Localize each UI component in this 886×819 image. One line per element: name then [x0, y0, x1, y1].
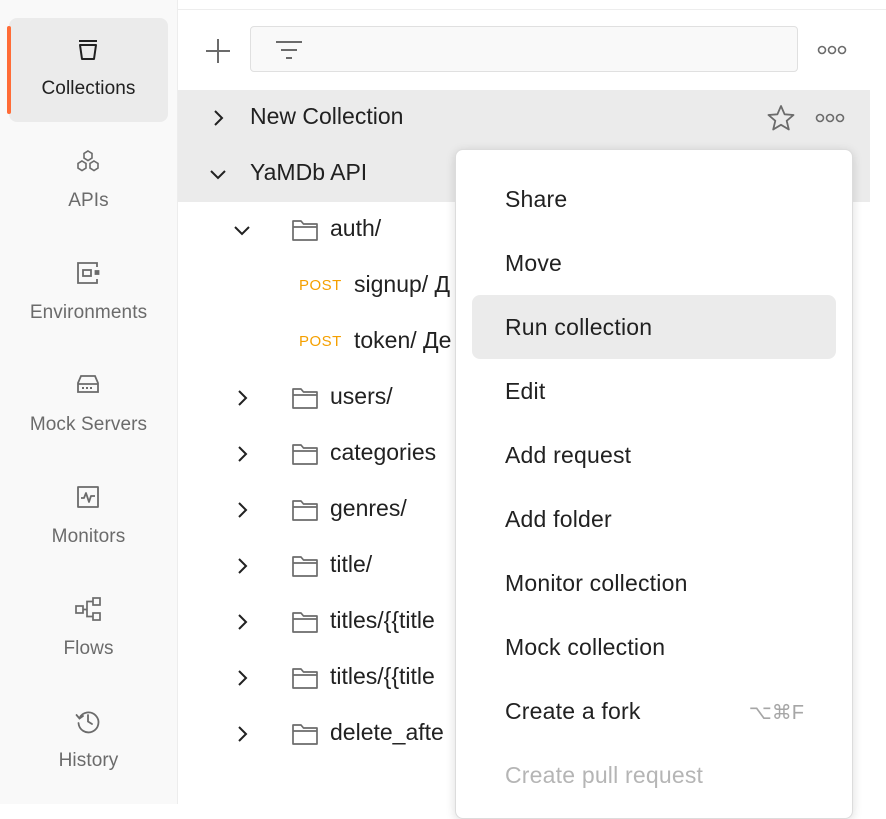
- history-icon: [75, 711, 100, 734]
- nav-history[interactable]: History: [9, 690, 168, 794]
- folder-name: categories: [330, 439, 437, 465]
- monitors-icon: [77, 486, 99, 508]
- chevron-right-icon[interactable]: [232, 388, 252, 408]
- menu-item-add-folder[interactable]: Add folder: [472, 487, 836, 551]
- nav-flows[interactable]: Flows: [9, 578, 168, 682]
- menu-item-mock-collection[interactable]: Mock collection: [472, 615, 836, 679]
- chevron-right-icon[interactable]: [232, 668, 252, 688]
- collection-name: YaMDb API: [250, 159, 368, 185]
- menu-item-label: Add folder: [505, 506, 612, 532]
- request-name: token/ Де: [354, 327, 452, 353]
- filter-input[interactable]: [250, 26, 798, 72]
- nav-collections[interactable]: Collections: [7, 18, 168, 122]
- folder-name: users/: [330, 383, 393, 409]
- chevron-right-icon[interactable]: [232, 724, 252, 744]
- menu-item-label: Add request: [505, 442, 632, 468]
- environments-icon: [77, 262, 100, 284]
- menu-item-label: Mock collection: [505, 634, 666, 660]
- chevron-right-icon[interactable]: [208, 108, 228, 128]
- chevron-right-icon[interactable]: [232, 556, 252, 576]
- nav-label-apis: APIs: [68, 190, 109, 211]
- sidebar-nav: Collections APIs Environments Mock Serve…: [0, 0, 178, 804]
- folder-name: title/: [330, 551, 373, 577]
- folder-name: titles/{{title: [330, 663, 435, 689]
- menu-item-create-fork[interactable]: Create a fork ⌥⌘F: [472, 679, 836, 743]
- folder-name: auth/: [330, 215, 382, 241]
- menu-item-label: Monitor collection: [505, 570, 688, 596]
- menu-item-label: Create a fork: [505, 698, 641, 724]
- filter-icon: [276, 41, 302, 59]
- nav-mock-servers[interactable]: Mock Servers: [9, 354, 168, 458]
- folder-icon: [292, 724, 318, 745]
- plus-icon[interactable]: [202, 35, 234, 67]
- nav-label-history: History: [58, 750, 119, 771]
- folder-icon: [292, 668, 318, 689]
- folder-icon: [292, 612, 318, 633]
- more-icon[interactable]: [816, 40, 848, 60]
- menu-item-label: Move: [505, 250, 563, 276]
- menu-item-run-collection[interactable]: Run collection: [472, 295, 836, 359]
- chevron-right-icon[interactable]: [232, 612, 252, 632]
- folder-icon: [292, 444, 318, 465]
- method-badge: POST: [299, 333, 342, 350]
- folder-icon: [292, 500, 318, 521]
- menu-item-label: Share: [505, 186, 568, 212]
- menu-item-label: Run collection: [505, 314, 653, 340]
- chevron-down-icon[interactable]: [232, 220, 252, 240]
- nav-label-monitors: Monitors: [51, 526, 126, 547]
- star-icon[interactable]: [766, 104, 796, 132]
- chevron-right-icon[interactable]: [232, 500, 252, 520]
- folder-name: genres/: [330, 495, 407, 521]
- nav-label-collections: Collections: [41, 78, 136, 99]
- menu-item-monitor-collection[interactable]: Monitor collection: [472, 551, 836, 615]
- collection-name: New Collection: [250, 103, 404, 129]
- nav-monitors[interactable]: Monitors: [9, 466, 168, 570]
- collections-icon: [79, 40, 97, 60]
- nav-label-mock-servers: Mock Servers: [29, 414, 148, 435]
- menu-item-label: Create pull request: [505, 762, 704, 788]
- folder-icon: [292, 556, 318, 577]
- collection-row-new-collection[interactable]: New Collection: [178, 90, 870, 146]
- menu-item-add-request[interactable]: Add request: [472, 423, 836, 487]
- nav-label-flows: Flows: [63, 638, 114, 659]
- menu-item-create-pull-request: Create pull request: [472, 743, 836, 807]
- request-name: signup/ Д: [354, 271, 451, 297]
- menu-item-edit[interactable]: Edit: [472, 359, 836, 423]
- menu-item-share[interactable]: Share: [472, 167, 836, 231]
- folder-icon: [292, 388, 318, 409]
- nav-environments[interactable]: Environments: [9, 242, 168, 346]
- menu-item-move[interactable]: Move: [472, 231, 836, 295]
- folder-name: delete_afte: [330, 719, 444, 745]
- folder-name: titles/{{title: [330, 607, 435, 633]
- menu-item-label: Edit: [505, 378, 546, 404]
- method-badge: POST: [299, 277, 342, 294]
- mock-servers-icon: [77, 375, 99, 393]
- more-icon[interactable]: [814, 108, 846, 128]
- flows-icon: [75, 597, 101, 621]
- folder-icon: [292, 220, 318, 241]
- collection-context-menu: Share Move Run collection Edit Add reque…: [455, 149, 853, 819]
- apis-icon: [77, 150, 99, 172]
- keyboard-shortcut: ⌥⌘F: [748, 702, 804, 724]
- chevron-right-icon[interactable]: [232, 444, 252, 464]
- nav-label-environments: Environments: [29, 302, 148, 323]
- chevron-down-icon[interactable]: [208, 164, 228, 184]
- nav-apis[interactable]: APIs: [9, 130, 168, 234]
- top-divider: [178, 9, 886, 10]
